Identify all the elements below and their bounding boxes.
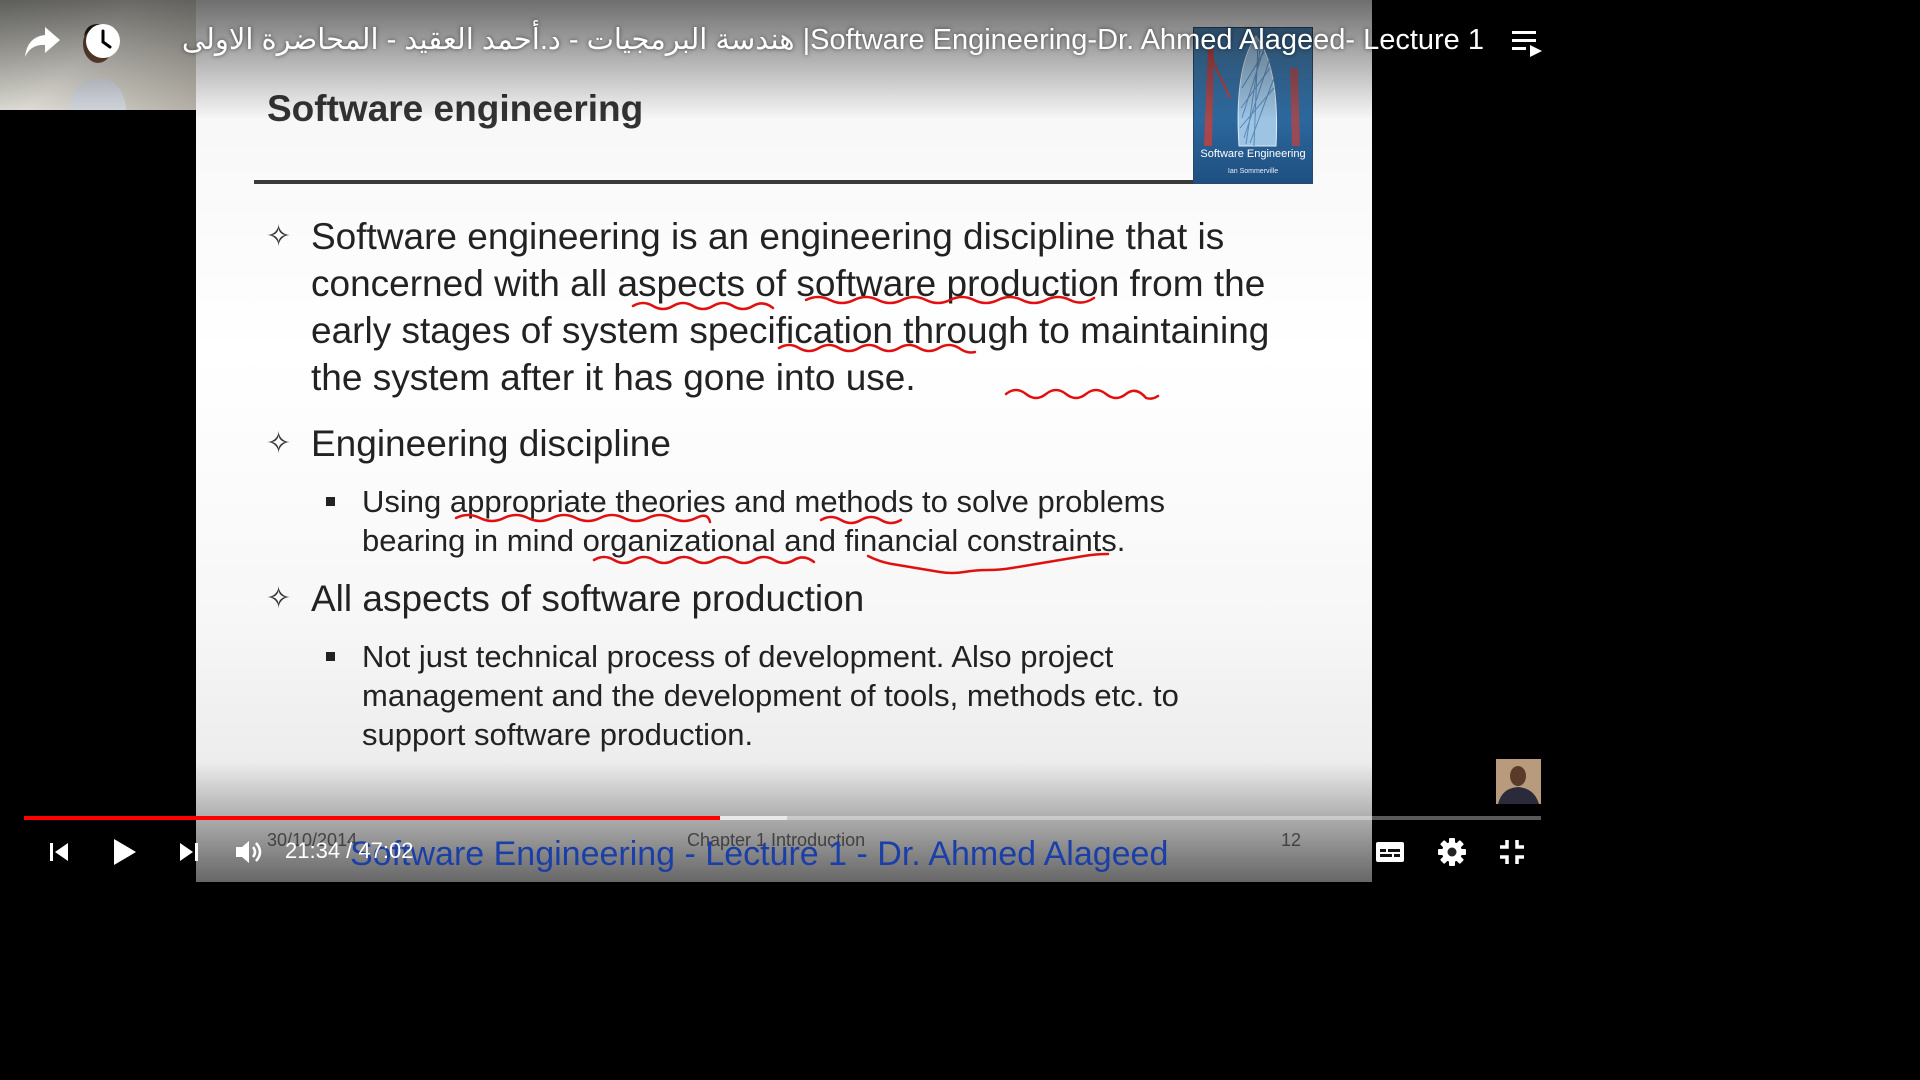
- underline-aspects: [631, 301, 775, 311]
- underline-appropriate-theories: [454, 513, 712, 524]
- volume-icon: [236, 841, 262, 863]
- time-display: 21:34 / 47:02: [285, 838, 414, 863]
- progress-played: [24, 816, 721, 820]
- underline-into-use: [1004, 388, 1160, 400]
- previous-button[interactable]: [42, 836, 76, 868]
- exit-fullscreen-button[interactable]: [1494, 834, 1530, 870]
- captions-icon: [1376, 842, 1404, 862]
- volume-button[interactable]: [232, 836, 266, 868]
- watch-later-button[interactable]: [83, 21, 123, 61]
- captions-button[interactable]: [1372, 836, 1408, 868]
- skip-next-icon: [180, 843, 198, 861]
- share-button[interactable]: [22, 22, 62, 62]
- skip-previous-icon: [50, 843, 68, 861]
- handwritten-annotations: [454, 295, 1160, 575]
- gear-icon: [1438, 838, 1466, 866]
- play-button[interactable]: [106, 834, 142, 870]
- channel-watermark: Software Engineering - Lecture 1 - Dr. A…: [350, 835, 1169, 873]
- share-icon: [25, 27, 60, 57]
- underline-methods: [819, 515, 903, 525]
- underline-financial-constraints: [866, 552, 1110, 575]
- underline-organizational: [592, 555, 816, 565]
- video-player[interactable]: Software engineering Software Engineerin…: [0, 0, 1568, 882]
- underline-specification: [777, 343, 977, 354]
- exit-fullscreen-icon: [1500, 840, 1524, 864]
- settings-button[interactable]: [1434, 834, 1470, 870]
- playlist-button[interactable]: [1510, 26, 1544, 60]
- video-title[interactable]: هندسة البرمجيات - د.أحمد العقيد - المحاض…: [182, 22, 1484, 57]
- slide-page-number: 12: [1281, 830, 1302, 850]
- channel-avatar-image: [1496, 759, 1541, 804]
- next-button[interactable]: [172, 836, 206, 868]
- lecture-slide: Software engineering Software Engineerin…: [196, 0, 1372, 882]
- underline-software-production: [804, 295, 1096, 305]
- progress-bar[interactable]: [24, 816, 1541, 820]
- play-icon: [114, 839, 136, 865]
- channel-avatar[interactable]: [1496, 759, 1541, 804]
- playlist-icon: [1512, 31, 1542, 57]
- clock-icon: [86, 24, 120, 58]
